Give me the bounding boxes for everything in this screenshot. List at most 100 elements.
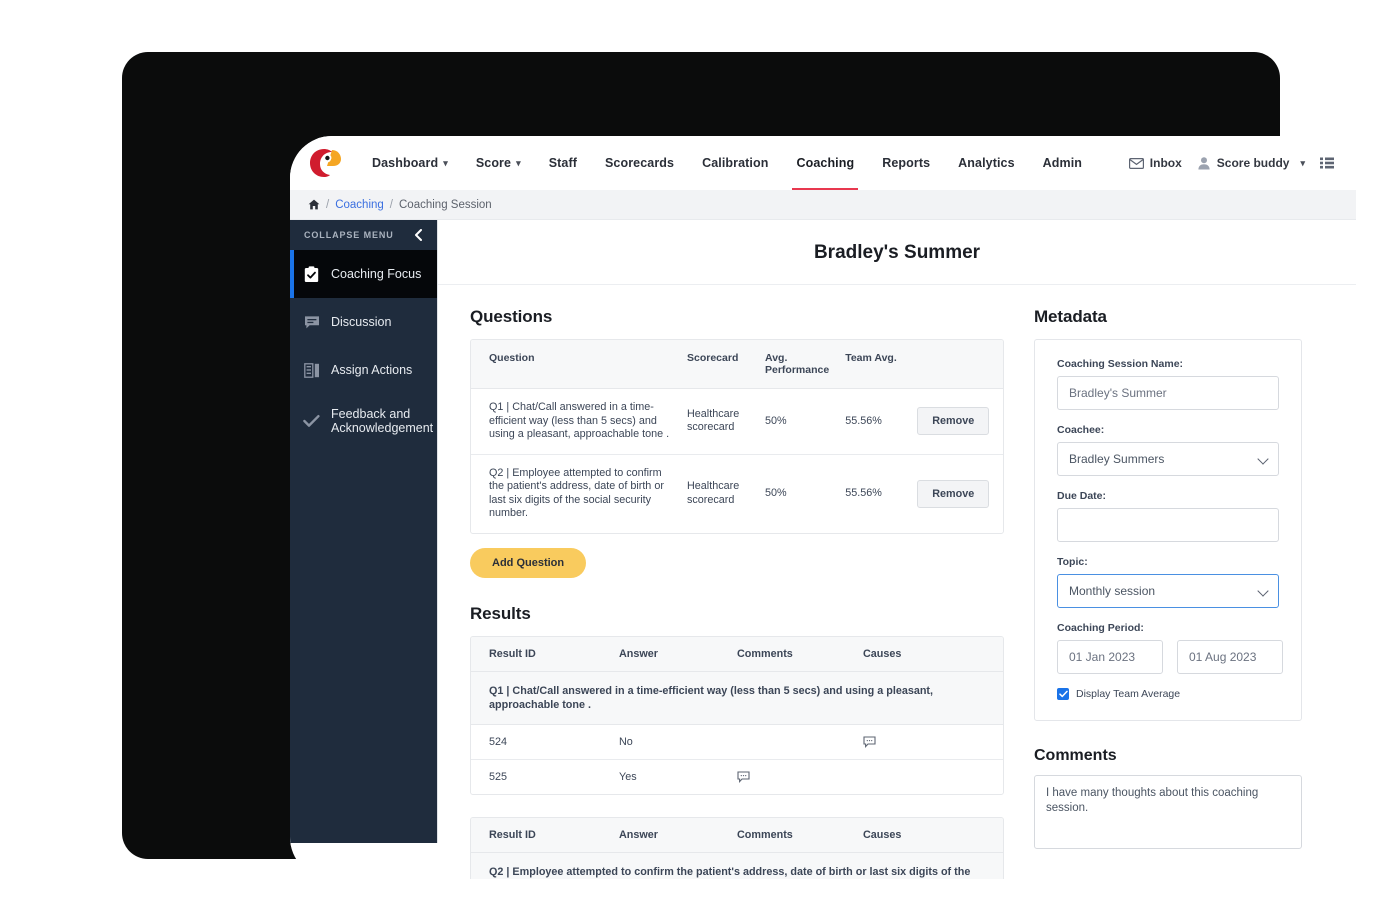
display-team-average-row[interactable]: Display Team Average: [1057, 688, 1279, 700]
results-title-row: Q1 | Chat/Call answered in a time-effici…: [471, 671, 1003, 725]
table-header-row: Result ID Answer Comments Causes: [471, 636, 1003, 672]
questions-table-body: Q1 | Chat/Call answered in a time-effici…: [471, 388, 1003, 533]
nav-label: Dashboard: [372, 156, 439, 170]
nav-item-staff[interactable]: Staff: [535, 136, 591, 190]
list-bars-icon: [303, 362, 320, 378]
results-table-header: Result ID Answer Comments Causes: [471, 817, 1003, 853]
results-question-title: Q2 | Employee attempted to confirm the p…: [471, 852, 1003, 879]
add-question-button[interactable]: Add Question: [470, 547, 587, 578]
nav-label: Staff: [548, 156, 577, 170]
nav-label: Scorecards: [604, 156, 675, 170]
comment-bubble-icon[interactable]: [737, 770, 847, 783]
top-navigation-bar: Dashboard ▾ Score ▾ Staff Scorecards Cal…: [290, 136, 1356, 190]
user-menu-button[interactable]: Score buddy ▾: [1197, 156, 1305, 170]
due-date-input[interactable]: [1057, 508, 1279, 542]
chevron-down-icon: ▾: [516, 157, 521, 168]
checkmark-icon: [1058, 690, 1068, 698]
results-heading: Results: [470, 603, 531, 623]
apps-grid-button[interactable]: [1320, 157, 1334, 169]
sidebar-item-feedback-and-acknowledgement[interactable]: Feedback and Acknowledgement: [290, 394, 437, 448]
col-causes: Causes: [855, 636, 1003, 672]
collapse-menu-button[interactable]: COLLAPSE MENU: [290, 220, 437, 250]
nav-item-reports[interactable]: Reports: [868, 136, 944, 190]
period-start-input[interactable]: [1057, 640, 1163, 674]
coaching-period-label: Coaching Period:: [1057, 622, 1144, 634]
period-end-input[interactable]: [1177, 640, 1283, 674]
nav-item-scorecards[interactable]: Scorecards: [591, 136, 688, 190]
coachee-label: Coachee:: [1057, 424, 1105, 436]
display-team-average-label: Display Team Average: [1076, 688, 1181, 700]
coachee-select[interactable]: Bradley Summers: [1057, 442, 1279, 476]
nav-label: Reports: [882, 156, 931, 170]
questions-table-header: Question Scorecard Avg. Performance Team…: [471, 340, 1003, 389]
home-icon[interactable]: [308, 199, 320, 210]
results-table-body: 524 No 525 Yes: [471, 724, 1003, 794]
session-name-input[interactable]: [1057, 376, 1279, 410]
comments-cell: [729, 724, 855, 760]
remove-cell: Remove: [909, 454, 1003, 533]
sidebar-item-discussion[interactable]: Discussion: [290, 298, 437, 346]
col-avg-performance: Avg. Performance: [757, 340, 838, 389]
table-row: 524 No: [471, 724, 1003, 760]
remove-question-button[interactable]: Remove: [917, 479, 990, 508]
answer-value: No: [611, 724, 729, 760]
comments-cell: [729, 759, 855, 794]
causes-cell: [855, 759, 1003, 794]
scorecard-value: Healthcare scorecard: [679, 388, 757, 455]
questions-table-card: Question Scorecard Avg. Performance Team…: [470, 339, 1004, 534]
col-result-id: Result ID: [471, 817, 611, 853]
topic-select[interactable]: Monthly session: [1057, 574, 1279, 608]
display-team-average-checkbox[interactable]: [1057, 688, 1069, 700]
nav-label: Coaching: [796, 156, 855, 170]
questions-table: Question Scorecard Avg. Performance Team…: [471, 340, 1003, 533]
sidebar-item-coaching-focus[interactable]: Coaching Focus: [290, 250, 437, 298]
comments-textarea[interactable]: I have many thoughts about this coaching…: [1034, 775, 1302, 849]
metadata-heading: Metadata: [1034, 307, 1107, 326]
col-comments: Comments: [729, 817, 855, 853]
period-row: [1057, 640, 1283, 674]
topic-label: Topic:: [1057, 556, 1088, 568]
check-icon: [303, 414, 320, 428]
collapse-menu-label: COLLAPSE MENU: [304, 230, 394, 240]
nav-item-score[interactable]: Score ▾: [462, 136, 535, 190]
sidebar-item-label: Coaching Focus: [331, 267, 422, 281]
col-scorecard: Scorecard: [679, 340, 757, 389]
topic-select-wrap: Monthly session: [1057, 574, 1279, 608]
nav-item-analytics[interactable]: Analytics: [944, 136, 1028, 190]
metadata-card: Coaching Session Name: Coachee: Bradley …: [1034, 339, 1302, 721]
col-team-avg: Team Avg.: [837, 340, 910, 389]
inbox-button[interactable]: Inbox: [1128, 156, 1182, 170]
comment-bubble-icon[interactable]: [863, 735, 995, 748]
team-avg-value: 55.56%: [845, 486, 882, 499]
col-question: Question: [471, 340, 679, 389]
sidebar-item-assign-actions[interactable]: Assign Actions: [290, 346, 437, 394]
comments-heading: Comments: [1034, 747, 1117, 764]
remove-question-button[interactable]: Remove: [917, 407, 990, 436]
parrot-logo-svg: [310, 149, 341, 177]
avatar: [1197, 156, 1211, 170]
content-columns: Questions Question Scorecard Avg. Perfor…: [438, 285, 1356, 879]
nav-item-dashboard[interactable]: Dashboard ▾: [358, 136, 462, 190]
nav-item-calibration[interactable]: Calibration: [688, 136, 782, 190]
left-column: Questions Question Scorecard Avg. Perfor…: [470, 307, 1004, 879]
nav-label: Analytics: [958, 156, 1015, 170]
coachee-select-wrap: Bradley Summers: [1057, 442, 1279, 476]
causes-cell: [855, 724, 1003, 760]
session-name-label: Coaching Session Name:: [1057, 358, 1184, 370]
breadcrumb-separator: /: [389, 198, 393, 211]
app-body: COLLAPSE MENU Coaching Focus Discussion …: [290, 220, 1356, 879]
parrot-logo-icon[interactable]: [308, 147, 342, 179]
breadcrumb-separator: /: [326, 198, 330, 211]
breadcrumb-link-coaching[interactable]: Coaching: [335, 199, 384, 211]
col-result-id: Result ID: [471, 636, 611, 672]
field-coachee: Coachee: Bradley Summers: [1057, 424, 1279, 476]
col-answer: Answer: [611, 817, 729, 853]
sidebar-item-label: Feedback and Acknowledgement: [331, 407, 434, 435]
table-row: Q1 | Chat/Call answered in a time-effici…: [471, 388, 1003, 455]
sidebar-item-label: Assign Actions: [331, 363, 413, 377]
remove-cell: Remove: [909, 388, 1003, 455]
nav-item-coaching[interactable]: Coaching: [782, 136, 868, 190]
nav-item-admin[interactable]: Admin: [1029, 136, 1096, 190]
inbox-label: Inbox: [1149, 156, 1182, 170]
table-header-row: Result ID Answer Comments Causes: [471, 817, 1003, 853]
